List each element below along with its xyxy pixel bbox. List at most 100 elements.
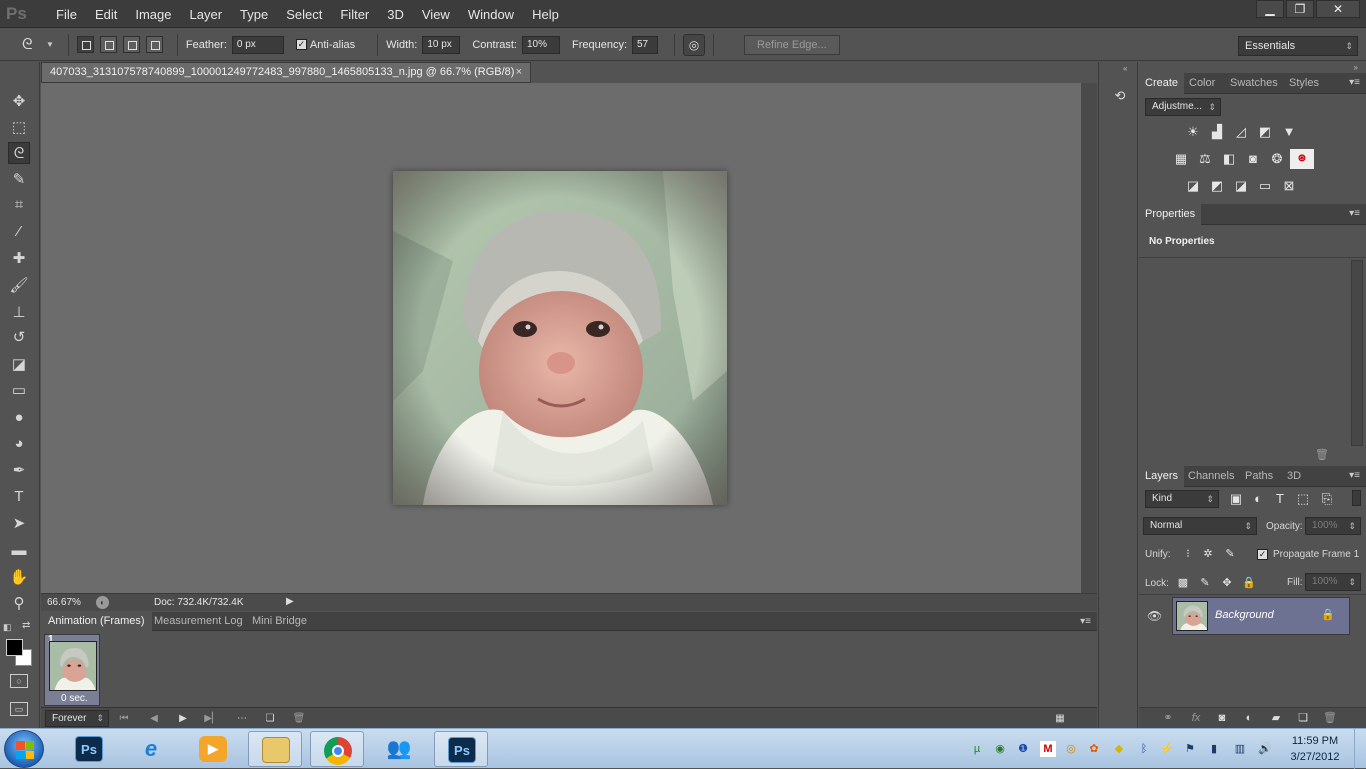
add-mask-icon[interactable]: ◙	[1213, 710, 1231, 726]
tablet-pressure-icon[interactable]: ◎	[683, 33, 705, 56]
menu-3d[interactable]: 3D	[378, 7, 413, 22]
refine-edge-button[interactable]: Refine Edge...	[744, 34, 840, 55]
hand-tool-icon[interactable]: ✋	[8, 567, 30, 589]
gradient-tool-icon[interactable]: ▭	[8, 380, 30, 402]
network-icon[interactable]: ▥	[1232, 741, 1248, 757]
tab-color[interactable]: Color	[1183, 73, 1221, 94]
power-icon[interactable]: ⚡	[1159, 741, 1175, 757]
tab-channels[interactable]: Channels	[1182, 466, 1240, 487]
menu-edit[interactable]: Edit	[86, 7, 126, 22]
posterize-icon[interactable]: ◩	[1208, 178, 1226, 194]
network-globe-icon[interactable]: ◉	[992, 741, 1008, 757]
panel-menu-icon[interactable]: ▾≡	[1349, 77, 1360, 88]
lock-image-icon[interactable]: ✎	[1196, 575, 1214, 591]
status-info-icon[interactable]: ◐	[96, 596, 109, 609]
bluetooth-icon[interactable]: ᛒ	[1136, 741, 1152, 757]
panel-menu-icon[interactable]: ▾≡	[1080, 616, 1091, 627]
lasso-tool-icon[interactable]: ᘓ	[8, 142, 30, 164]
unify-style-icon[interactable]: ✎	[1221, 546, 1239, 562]
tab-3d[interactable]: 3D	[1281, 466, 1307, 487]
zoom-tool-icon[interactable]: ⚲	[8, 593, 30, 615]
device-icon[interactable]: ▮	[1206, 741, 1222, 757]
filter-pixel-icon[interactable]: ▣	[1227, 491, 1245, 507]
taskbar-messenger[interactable]: 👥	[372, 731, 426, 767]
brush-tool-icon[interactable]: 🖌	[8, 275, 30, 297]
menu-image[interactable]: Image	[126, 7, 180, 22]
status-menu-arrow-icon[interactable]: ▶	[286, 596, 294, 607]
layer-kind-filter[interactable]: Kind	[1145, 490, 1219, 508]
baby-photo[interactable]	[393, 171, 727, 505]
menu-filter[interactable]: Filter	[331, 7, 378, 22]
frame-duration[interactable]: 0 sec.	[61, 693, 88, 704]
filter-type-icon[interactable]: T	[1271, 491, 1289, 507]
invert-icon[interactable]: ◪	[1184, 178, 1202, 194]
tab-swatches[interactable]: Swatches	[1224, 73, 1284, 94]
minimize-button[interactable]: ▁	[1256, 0, 1284, 18]
security-icon[interactable]: ❶	[1015, 741, 1031, 757]
layer-name[interactable]: Background	[1215, 609, 1274, 621]
quick-selection-tool-icon[interactable]: ✎	[8, 169, 30, 191]
zoom-level[interactable]: 66.67%	[47, 597, 81, 608]
panel-menu-icon[interactable]: ▾≡	[1349, 208, 1360, 219]
lock-transparent-icon[interactable]: ▩	[1174, 575, 1192, 591]
system-clock[interactable]: 11:59 PM 3/27/2012	[1282, 733, 1348, 765]
color-balance-icon[interactable]: ⚖	[1196, 151, 1214, 167]
menu-view[interactable]: View	[413, 7, 459, 22]
collapse-arrows-icon[interactable]: «	[1123, 64, 1127, 73]
previous-frame-icon[interactable]: ◀	[145, 711, 163, 726]
animation-frame[interactable]: 1 0 sec.	[44, 634, 100, 706]
new-selection-icon[interactable]	[76, 36, 94, 53]
levels-icon[interactable]: ▟	[1208, 124, 1226, 140]
filter-adjustment-icon[interactable]: ◐	[1249, 491, 1267, 507]
properties-scrollbar[interactable]	[1351, 260, 1363, 446]
tween-icon[interactable]: ⋯	[233, 711, 251, 726]
document-tab[interactable]: 407033_313107578740899_100001249772483_9…	[41, 62, 531, 83]
eraser-tool-icon[interactable]: ◪	[8, 354, 30, 376]
feather-input[interactable]: 0 px	[231, 35, 284, 54]
layer-row-background[interactable]: Background 🔒	[1172, 597, 1350, 635]
opacity-input[interactable]: 100%	[1305, 517, 1361, 535]
action-center-flag-icon[interactable]: ⚑	[1182, 741, 1198, 757]
expand-arrows-icon[interactable]: »	[1354, 63, 1358, 72]
swap-colors-icon[interactable]: ⇄	[22, 620, 30, 631]
pen-tool-icon[interactable]: ✒	[8, 460, 30, 482]
canvas-area[interactable]	[41, 83, 1081, 593]
tab-create[interactable]: Create	[1139, 73, 1185, 94]
intersect-selection-icon[interactable]	[145, 36, 163, 53]
blur-tool-icon[interactable]: ●	[8, 407, 30, 429]
layer-visibility-icon[interactable]: 👁	[1147, 609, 1162, 623]
menu-window[interactable]: Window	[459, 7, 523, 22]
frequency-input[interactable]: 57	[632, 35, 658, 54]
channel-mixer-icon[interactable]: ❂	[1268, 151, 1286, 167]
loop-options-dropdown[interactable]: Forever	[45, 710, 109, 727]
utorrent-icon[interactable]: µ	[969, 741, 985, 757]
panel-menu-icon[interactable]: ▾≡	[1349, 470, 1360, 481]
clone-stamp-tool-icon[interactable]: ⊥	[8, 302, 30, 324]
tab-mini-bridge[interactable]: Mini Bridge	[245, 612, 314, 631]
propagate-frame-checkbox[interactable]: ✓	[1257, 549, 1268, 560]
convert-to-timeline-icon[interactable]: ▦	[1049, 711, 1071, 726]
menu-help[interactable]: Help	[523, 7, 568, 22]
default-colors-icon[interactable]: ◧	[3, 622, 12, 633]
lock-position-icon[interactable]: ✥	[1218, 575, 1236, 591]
tab-properties[interactable]: Properties	[1139, 204, 1202, 225]
menu-select[interactable]: Select	[277, 7, 331, 22]
fill-input[interactable]: 100%	[1305, 573, 1361, 591]
tool-preset-icon[interactable]: ᘓ	[22, 36, 46, 53]
properties-trash-icon[interactable]: 🗑	[1315, 448, 1329, 461]
next-frame-icon[interactable]: ▶▏	[203, 711, 221, 726]
lock-all-icon[interactable]: 🔒	[1240, 575, 1258, 591]
adjustment-preset-dropdown[interactable]: Adjustme...	[1145, 98, 1221, 116]
filter-smart-object-icon[interactable]: ⎘	[1318, 491, 1336, 507]
close-document-icon[interactable]: ×	[516, 63, 522, 82]
canvas-scrollbar[interactable]	[1081, 83, 1097, 593]
new-layer-icon[interactable]: ❏	[1294, 710, 1312, 726]
show-desktop-button[interactable]	[1354, 729, 1366, 769]
marquee-tool-icon[interactable]: ⬚	[8, 117, 30, 139]
start-button[interactable]	[4, 730, 44, 768]
type-tool-icon[interactable]: T	[8, 486, 30, 508]
unify-position-icon[interactable]: ⁝	[1179, 546, 1197, 562]
messenger-tray-icon[interactable]: ✿	[1086, 741, 1102, 757]
photo-filter-icon[interactable]: ◙	[1244, 151, 1262, 167]
antialias-checkbox[interactable]: ✓	[295, 39, 307, 50]
